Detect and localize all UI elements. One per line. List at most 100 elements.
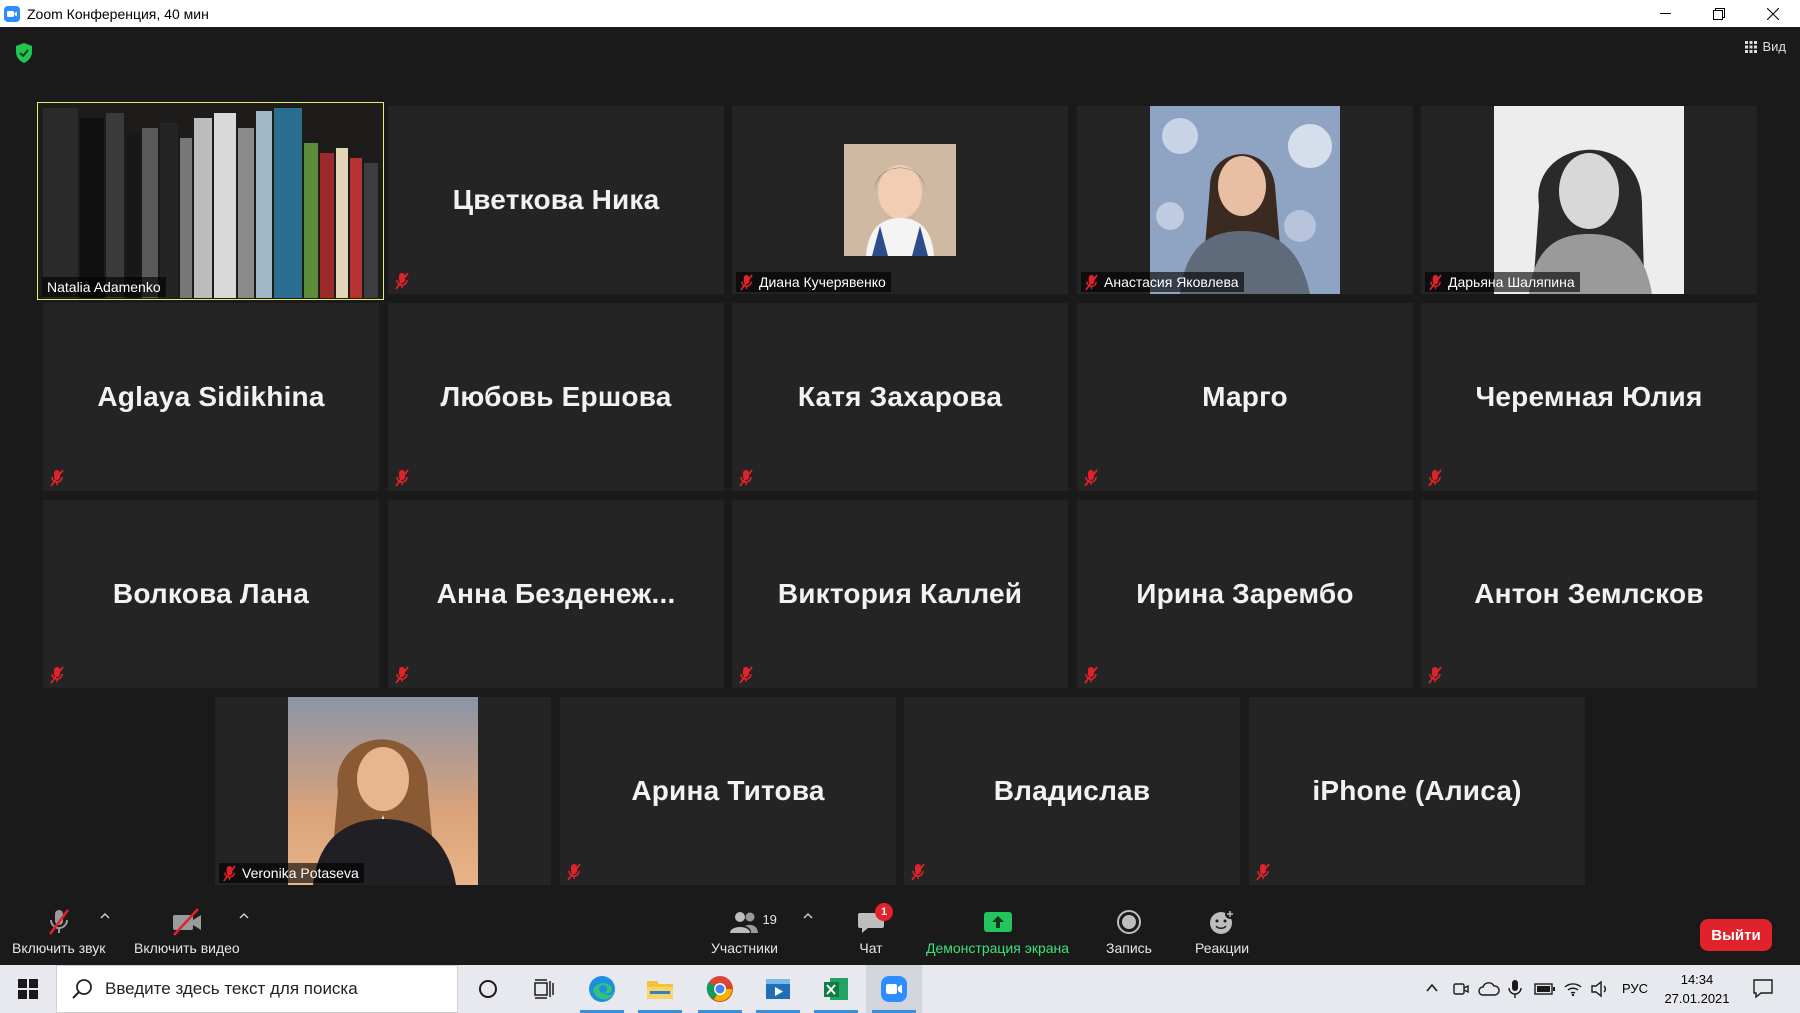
participant-tile[interactable]: Антон Землсков: [1421, 500, 1757, 688]
view-label: Вид: [1762, 39, 1786, 54]
battery-icon[interactable]: [1534, 982, 1556, 996]
folder-icon: [647, 981, 673, 999]
file-explorer-taskbar-button[interactable]: [632, 965, 688, 1013]
search-icon: [72, 979, 92, 999]
start-video-button[interactable]: Включить видео: [134, 905, 240, 956]
muted-mic-icon: [395, 469, 409, 487]
chat-unread-badge: 1: [875, 903, 893, 921]
audio-options-caret-icon[interactable]: [99, 911, 111, 921]
participant-tile[interactable]: Катя Захарова: [732, 303, 1068, 491]
muted-mic-icon: [223, 864, 236, 882]
minimize-button[interactable]: [1638, 0, 1692, 27]
participants-icon: [730, 912, 759, 933]
participant-name: Арина Титова: [631, 775, 825, 806]
participant-name-label: Анастасия Яковлева: [1081, 272, 1244, 292]
participant-tile[interactable]: Анна Безденеж...: [388, 500, 724, 688]
muted-mic-icon: [567, 863, 581, 881]
participant-tile[interactable]: Veronika Potaseva: [215, 697, 551, 885]
meet-now-icon[interactable]: [1452, 980, 1470, 998]
windows-taskbar: Введите здесь текст для поиска РУС 14:34…: [0, 965, 1800, 1013]
taskbar-search-input[interactable]: Введите здесь текст для поиска: [56, 965, 458, 1013]
muted-mic-icon: [395, 666, 409, 684]
show-hidden-icons-caret-icon[interactable]: [1425, 982, 1439, 994]
participants-options-caret-icon[interactable]: [802, 911, 814, 921]
muted-mic-icon: [395, 272, 409, 290]
volume-icon[interactable]: [1590, 980, 1610, 998]
participant-tile[interactable]: Дарьяна Шаляпина: [1421, 106, 1757, 294]
media-player-taskbar-button[interactable]: [750, 965, 806, 1013]
share-screen-button[interactable]: Демонстрация экрана: [926, 905, 1069, 956]
search-placeholder: Введите здесь текст для поиска: [105, 979, 358, 998]
participant-name-label: Natalia Adamenko: [42, 277, 166, 297]
reactions-button[interactable]: Реакции: [1195, 905, 1249, 956]
muted-mic-icon: [740, 273, 753, 291]
participant-name: Цветкова Ника: [452, 184, 660, 215]
chrome-taskbar-button[interactable]: [692, 965, 748, 1013]
participant-name: Анна Безденеж...: [436, 578, 676, 609]
participant-name: Ирина Зарембо: [1136, 578, 1354, 609]
muted-mic-icon: [50, 469, 64, 487]
clock-date: 27.01.2021: [1664, 991, 1730, 1006]
participant-name: Виктория Каллей: [777, 578, 1023, 609]
view-button[interactable]: Вид: [1745, 39, 1786, 54]
bookshelf-video-feed: [38, 103, 383, 299]
edge-taskbar-button[interactable]: [574, 965, 630, 1013]
reactions-smiley-icon: [1210, 909, 1236, 934]
participant-tile[interactable]: Natalia Adamenko: [37, 102, 384, 300]
onedrive-cloud-icon[interactable]: [1478, 980, 1500, 998]
grid-view-icon: [1745, 40, 1758, 53]
participant-tile[interactable]: Ирина Зарембо: [1077, 500, 1413, 688]
muted-mic-icon: [48, 909, 69, 935]
participant-tile[interactable]: Любовь Ершова: [388, 303, 724, 491]
wifi-icon[interactable]: [1563, 979, 1583, 997]
edge-browser-icon: [589, 976, 615, 1002]
participant-tile[interactable]: Черемная Юлия: [1421, 303, 1757, 491]
participant-tile[interactable]: Арина Титова: [560, 697, 896, 885]
participant-tile[interactable]: Цветкова Ника: [388, 106, 724, 294]
leave-button[interactable]: Выйти: [1700, 919, 1772, 951]
participant-tile[interactable]: Диана Кучерявенко: [732, 106, 1068, 294]
muted-mic-icon: [1084, 469, 1098, 487]
task-view-icon: [534, 979, 554, 999]
muted-mic-icon: [1084, 666, 1098, 684]
chat-button[interactable]: 1 Чат: [857, 903, 893, 956]
excel-icon: [824, 978, 848, 1000]
participant-avatar: [844, 144, 956, 256]
input-language-indicator[interactable]: РУС: [1622, 981, 1648, 996]
microphone-in-use-icon[interactable]: [1508, 979, 1522, 999]
participant-avatar: [288, 697, 478, 885]
record-button[interactable]: Запись: [1106, 905, 1152, 956]
participant-tile[interactable]: Волкова Лана: [43, 500, 379, 688]
participant-name: Любовь Ершова: [440, 381, 672, 412]
participant-tile[interactable]: iPhone (Алиса): [1249, 697, 1585, 885]
participant-tile[interactable]: Анастасия Яковлева: [1077, 106, 1413, 294]
participant-tile[interactable]: Виктория Каллей: [732, 500, 1068, 688]
task-view-button[interactable]: [516, 965, 572, 1013]
share-screen-icon: [983, 912, 1012, 932]
video-options-caret-icon[interactable]: [238, 911, 250, 921]
minimize-icon: [1659, 13, 1671, 14]
participant-tile[interactable]: Владислав: [904, 697, 1240, 885]
muted-mic-icon: [911, 863, 925, 881]
participant-tile[interactable]: Марго: [1077, 303, 1413, 491]
cortana-button[interactable]: [460, 965, 516, 1013]
participant-tile[interactable]: Aglaya Sidikhina: [43, 303, 379, 491]
close-button[interactable]: [1746, 0, 1800, 27]
participant-name-label: Veronika Potaseva: [219, 863, 364, 883]
zoom-taskbar-button[interactable]: [866, 965, 922, 1013]
participants-button[interactable]: 19 Участники: [711, 905, 778, 956]
participant-name: Владислав: [993, 775, 1151, 806]
notifications-icon[interactable]: [1752, 977, 1774, 999]
restore-button[interactable]: [1692, 0, 1746, 27]
unmute-button[interactable]: Включить звук: [12, 905, 105, 956]
participant-name: Волкова Лана: [112, 578, 310, 609]
meeting-topbar: Вид: [0, 27, 1800, 101]
taskbar-clock[interactable]: 14:34 27.01.2021: [1658, 970, 1736, 1008]
start-button[interactable]: [0, 965, 56, 1013]
window-title: Zoom Конференция, 40 мин: [27, 5, 209, 22]
excel-taskbar-button[interactable]: [808, 965, 864, 1013]
encryption-shield-icon[interactable]: [15, 43, 33, 63]
participants-count: 19: [762, 912, 777, 927]
windows-logo-icon: [18, 979, 38, 999]
participant-name: Aglaya Sidikhina: [97, 381, 325, 412]
